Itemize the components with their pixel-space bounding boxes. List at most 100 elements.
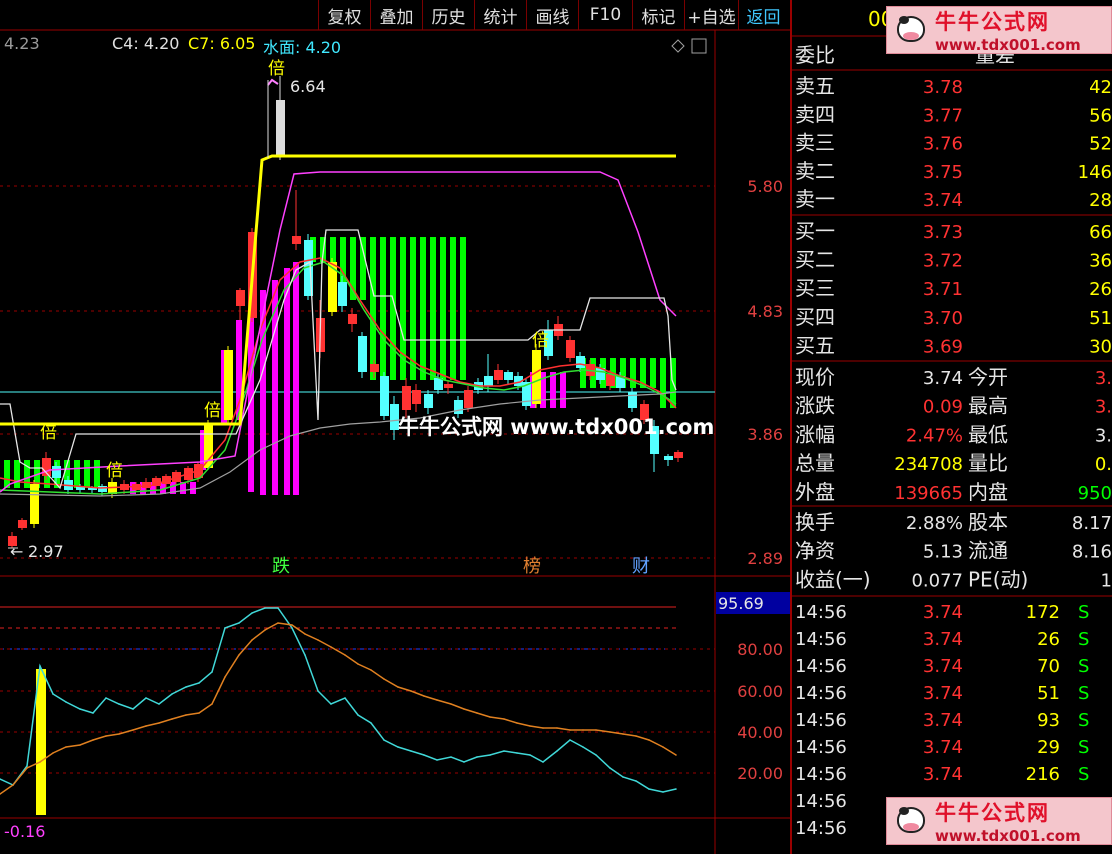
- indicator-point: [556, 727, 558, 729]
- sell-volume: 28: [1089, 190, 1112, 211]
- indicator-point: [436, 759, 438, 761]
- indicator-point: [648, 788, 650, 790]
- toolbar-button[interactable]: 画线: [526, 0, 578, 30]
- buy-price: 3.71: [923, 279, 963, 300]
- green-bar: [360, 237, 366, 300]
- indicator-point: [503, 750, 505, 752]
- candle-body: [576, 356, 585, 368]
- sell-volume: 52: [1089, 134, 1112, 155]
- indicator-point: [158, 703, 160, 705]
- toolbar-button[interactable]: 复权: [318, 0, 370, 30]
- finance-label: 股本: [968, 510, 1008, 534]
- indicator-point: [277, 622, 279, 624]
- magenta-bar: [560, 372, 566, 408]
- indicator-point: [662, 791, 664, 793]
- logo-title: 牛牛公式网: [935, 10, 1050, 34]
- low-price-label: 2.97: [28, 542, 64, 561]
- magenta-bar: [293, 262, 299, 495]
- cow-logo-icon: [891, 10, 931, 50]
- green-bar: [94, 460, 100, 488]
- indicator-point: [65, 746, 67, 748]
- toolbar-button[interactable]: +自选: [684, 0, 738, 30]
- green-bar: [370, 237, 376, 380]
- finance-label: PE(动): [968, 567, 1028, 591]
- indicator-point: [609, 731, 611, 733]
- sell-level-label: 卖一: [795, 187, 835, 211]
- watermark-logo-top: 牛牛公式网 www.tdx001.com: [886, 6, 1112, 54]
- buy-price: 3.73: [923, 222, 963, 243]
- indicator-point: [264, 607, 266, 609]
- indicator-point: [357, 714, 359, 716]
- toolbar-button[interactable]: 统计: [474, 0, 526, 30]
- tick-time: 14:56: [795, 602, 847, 623]
- green-bar: [460, 237, 466, 380]
- toolbar-button[interactable]: F10: [578, 0, 632, 30]
- candle-body: [380, 376, 389, 416]
- quote-label: 涨跌: [795, 394, 835, 418]
- quote-label: 最高: [968, 394, 1008, 418]
- green-bar: [410, 237, 416, 380]
- price-axis-label: 2.89: [747, 549, 783, 568]
- logo-url: www.tdx001.com: [935, 36, 1081, 54]
- indicator-point: [529, 754, 531, 756]
- candle-body: [338, 282, 347, 306]
- event-marker: 财: [632, 556, 650, 577]
- indicator-point: [238, 622, 240, 624]
- indicator-point: [132, 729, 134, 731]
- left-price-readout: 4.23: [4, 34, 40, 53]
- indicator-point: [542, 727, 544, 729]
- ma-gray-line: [0, 391, 677, 497]
- indicator-point: [463, 708, 465, 710]
- multiplier-marker: 倍: [268, 59, 285, 79]
- candle-body: [142, 482, 151, 488]
- sell-price: 3.76: [923, 134, 963, 155]
- indicator-point: [185, 686, 187, 688]
- quote-value: 3.: [1095, 397, 1112, 418]
- indicator-point: [251, 639, 253, 641]
- indicator-point: [450, 756, 452, 758]
- logo-url: www.tdx001.com: [935, 827, 1081, 845]
- candle-body: [276, 100, 285, 156]
- cow-logo-icon: [891, 801, 931, 841]
- finance-value: 1: [1101, 570, 1112, 591]
- indicator-point: [304, 633, 306, 635]
- indicator-point: [662, 746, 664, 748]
- candle-body: [664, 456, 673, 460]
- sell-level-label: 卖五: [795, 74, 835, 98]
- green-bar: [14, 460, 20, 488]
- quote-label: 最低: [968, 422, 1008, 446]
- buy-level-label: 买三: [795, 276, 835, 300]
- event-marker: 榜: [523, 556, 541, 577]
- indicator-point: [370, 669, 372, 671]
- indicator-point: [595, 754, 597, 756]
- quote-value: 0.: [1095, 454, 1112, 475]
- indicator-point: [582, 746, 584, 748]
- candle-body: [402, 386, 411, 410]
- logo-title: 牛牛公式网: [935, 801, 1050, 825]
- tick-side: S: [1078, 737, 1089, 758]
- indicator-point: [330, 646, 332, 648]
- sell-price: 3.74: [923, 190, 963, 211]
- indicator-point: [158, 722, 160, 724]
- toolbar-button[interactable]: 标记: [632, 0, 684, 30]
- sell-level-label: 卖三: [795, 131, 835, 155]
- finance-label: 流通: [968, 539, 1008, 563]
- indicator-point: [211, 671, 213, 673]
- diamond-icon[interactable]: [671, 39, 685, 53]
- toolbar-button[interactable]: 叠加: [370, 0, 422, 30]
- tick-side: S: [1078, 710, 1089, 731]
- window-toggle-icon[interactable]: [691, 38, 707, 54]
- buy-volume: 66: [1089, 222, 1112, 243]
- price-axis-label: 5.80: [747, 177, 783, 196]
- indicator-point: [529, 725, 531, 727]
- toolbar-button[interactable]: 返回: [738, 0, 788, 30]
- quote-label: 今开: [968, 365, 1008, 389]
- candle-body: [348, 314, 357, 324]
- c7-readout: C7: 6.05: [188, 34, 256, 53]
- indicator-point: [344, 697, 346, 699]
- candle-body: [504, 372, 513, 380]
- white-resistance-line: [0, 229, 677, 490]
- tick-volume: 26: [1037, 629, 1060, 650]
- toolbar-button[interactable]: 历史: [422, 0, 474, 30]
- peak-arrow: [267, 78, 279, 86]
